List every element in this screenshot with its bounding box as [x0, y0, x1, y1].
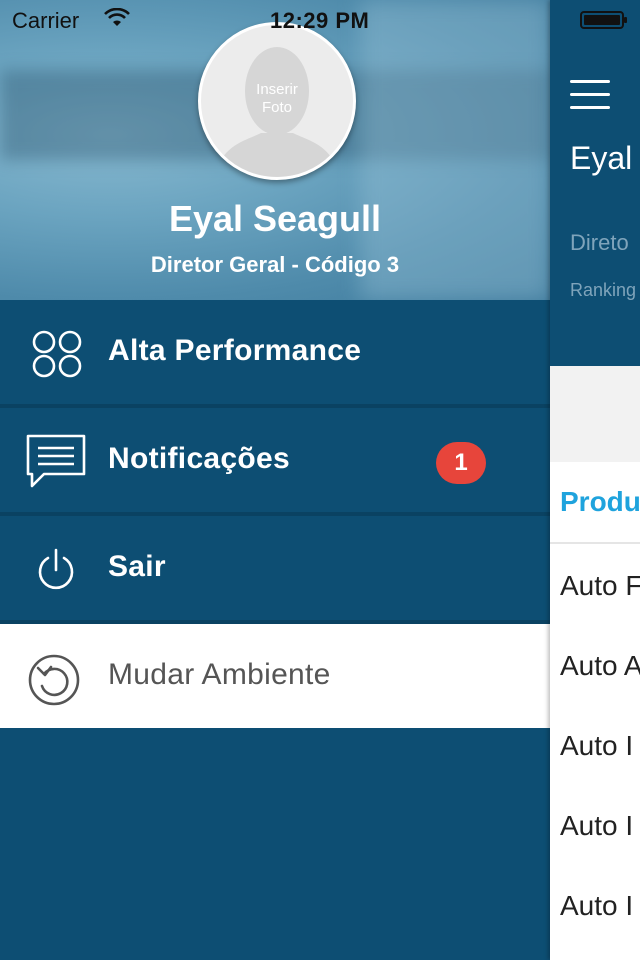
- menu-item-mudar-ambiente[interactable]: Mudar Ambiente: [0, 624, 550, 728]
- notification-badge: 1: [436, 442, 486, 484]
- filter-bar: [550, 366, 640, 462]
- avatar[interactable]: Inserir Foto: [198, 22, 356, 180]
- main-user-name: Eyal: [570, 140, 633, 176]
- avatar-placeholder-text: Inserir: [256, 81, 298, 98]
- main-ranking: Ranking: [570, 280, 637, 300]
- status-bar: Carrier 12:29 PM: [0, 0, 640, 40]
- list-item[interactable]: Auto I: [560, 810, 633, 842]
- divider: [550, 542, 640, 544]
- power-icon: [38, 548, 74, 590]
- menu-item-label: Alta Performance: [108, 334, 362, 367]
- user-role: Diretor Geral - Código 3: [150, 252, 400, 277]
- menu-item-alta-performance[interactable]: Alta Performance: [0, 300, 550, 408]
- list-item[interactable]: Auto I: [560, 890, 633, 922]
- profile-header: Inserir Foto Eyal Seagull Diretor Geral …: [0, 0, 550, 300]
- refresh-icon: [28, 654, 80, 706]
- section-title: Produ: [560, 486, 640, 517]
- battery-icon: [580, 11, 627, 29]
- list-item[interactable]: Auto F: [560, 570, 640, 602]
- carrier-label: Carrier: [12, 8, 80, 33]
- user-name: Eyal Seagull: [168, 198, 382, 239]
- main-content[interactable]: Eyal Direto Ranking Produ Auto F Auto A …: [550, 0, 640, 960]
- clock: 12:29 PM: [270, 8, 370, 33]
- side-drawer: Inserir Foto Eyal Seagull Diretor Geral …: [0, 0, 550, 960]
- list-item[interactable]: Auto A: [560, 650, 640, 682]
- menu-item-sair[interactable]: Sair: [0, 516, 550, 624]
- menu-item-label: Notificações: [108, 442, 290, 475]
- four-circles-icon: [32, 330, 82, 378]
- list-item[interactable]: Auto I: [560, 730, 633, 762]
- menu-item-label: Sair: [108, 550, 166, 583]
- drawer-menu: Alta Performance Notificações 1 Sair Mud…: [0, 300, 550, 728]
- menu-item-label: Mudar Ambiente: [108, 658, 331, 691]
- chat-bubble-icon: [26, 434, 86, 488]
- menu-item-notificacoes[interactable]: Notificações 1: [0, 408, 550, 516]
- main-header: Eyal Direto Ranking: [550, 0, 640, 366]
- avatar-placeholder-text: Foto: [261, 99, 292, 116]
- main-user-role: Direto: [570, 230, 629, 255]
- hamburger-menu-icon[interactable]: [570, 80, 610, 109]
- wifi-icon: [104, 8, 130, 26]
